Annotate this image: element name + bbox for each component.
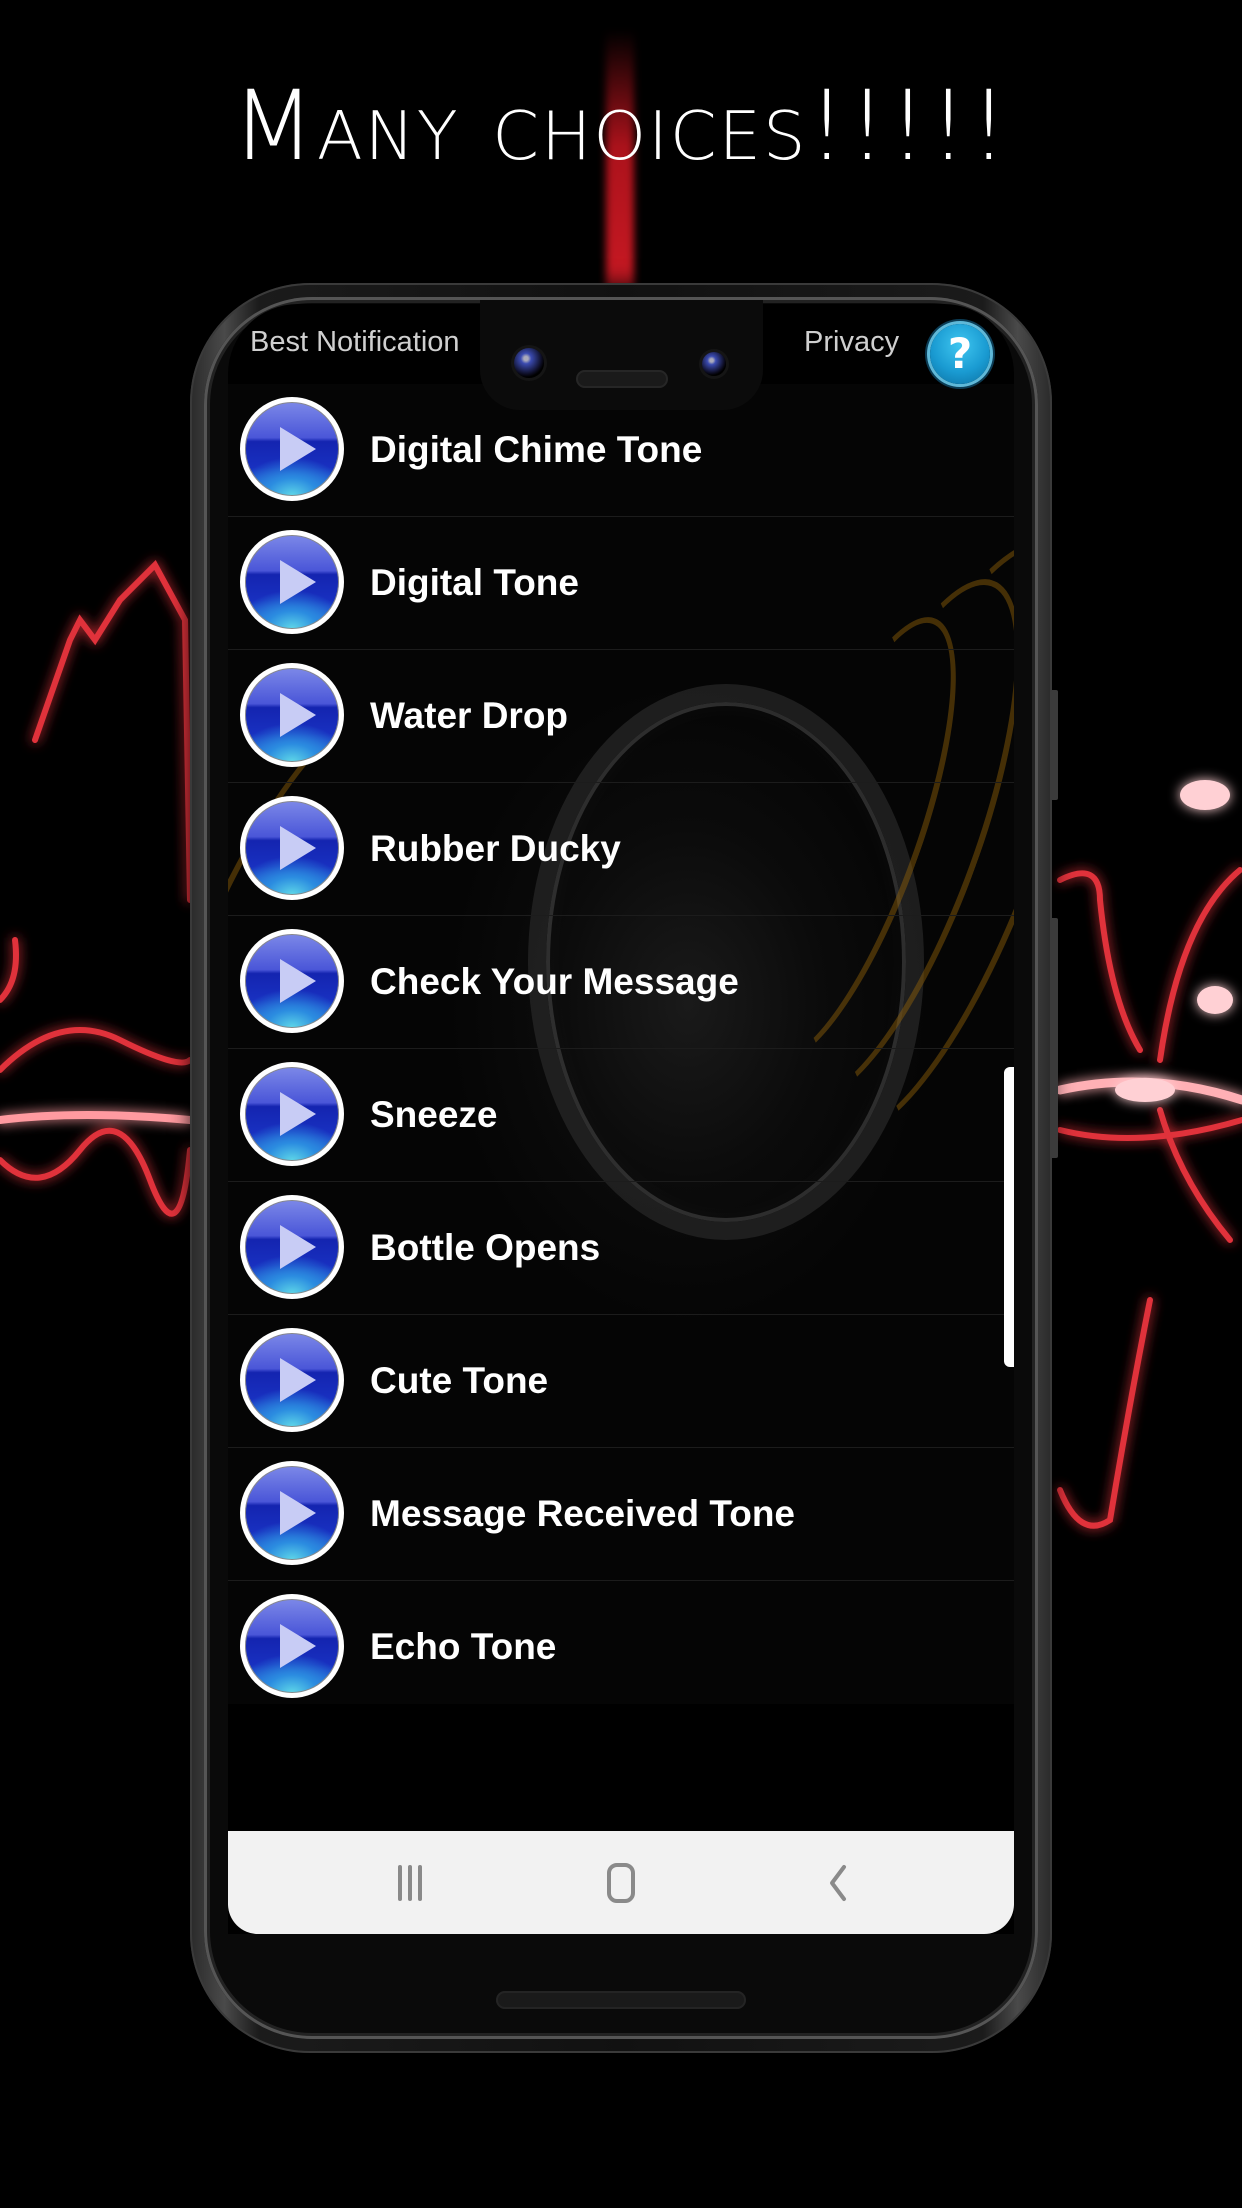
recents-icon[interactable]	[380, 1859, 440, 1907]
play-icon	[280, 1225, 316, 1269]
play-icon	[280, 1358, 316, 1402]
tone-row[interactable]: Sneeze	[228, 1049, 1014, 1182]
tone-row[interactable]: Check Your Message	[228, 916, 1014, 1049]
play-icon	[280, 560, 316, 604]
system-nav-bar	[228, 1831, 1014, 1934]
tone-row[interactable]: Digital Tone	[228, 517, 1014, 650]
play-button[interactable]	[240, 397, 344, 501]
scrollbar-thumb[interactable]	[1004, 1067, 1014, 1367]
tone-label: Message Received Tone	[370, 1493, 795, 1534]
app-screen: Best Notification Privacy ? Digital Chim…	[228, 304, 1014, 1934]
tone-list: Digital Chime Tone Digital Tone Water Dr…	[228, 384, 1014, 1713]
tone-label: Check Your Message	[370, 961, 739, 1002]
play-button[interactable]	[240, 1195, 344, 1299]
play-button[interactable]	[240, 663, 344, 767]
play-button[interactable]	[240, 796, 344, 900]
tone-label: Cute Tone	[370, 1360, 549, 1401]
play-button[interactable]	[240, 1328, 344, 1432]
play-icon	[280, 693, 316, 737]
play-icon	[280, 1624, 316, 1668]
tone-row[interactable]: Echo Tone	[228, 1581, 1014, 1713]
play-icon	[280, 959, 316, 1003]
tone-label: Echo Tone	[370, 1626, 557, 1667]
play-button[interactable]	[240, 1594, 344, 1698]
app-header: Best Notification Privacy ?	[228, 304, 1014, 384]
tone-row[interactable]: Water Drop	[228, 650, 1014, 783]
back-chevron-icon[interactable]	[808, 1859, 868, 1907]
play-button[interactable]	[240, 1062, 344, 1166]
play-button[interactable]	[240, 1461, 344, 1565]
tone-row[interactable]: Rubber Ducky	[228, 783, 1014, 916]
phone-volume-button	[1050, 918, 1058, 1158]
tone-row[interactable]: Cute Tone	[228, 1315, 1014, 1448]
tone-label: Digital Tone	[370, 562, 579, 603]
home-icon[interactable]	[591, 1859, 651, 1907]
tone-label: Rubber Ducky	[370, 828, 621, 869]
play-button[interactable]	[240, 929, 344, 1033]
play-button[interactable]	[240, 530, 344, 634]
privacy-link[interactable]: Privacy	[804, 326, 899, 359]
question-mark-icon: ?	[947, 329, 973, 378]
tone-label: Sneeze	[370, 1094, 498, 1135]
tone-row[interactable]: Message Received Tone	[228, 1448, 1014, 1581]
help-button[interactable]: ?	[930, 324, 990, 384]
phone-power-button	[1050, 690, 1058, 800]
play-icon	[280, 1092, 316, 1136]
play-icon	[280, 826, 316, 870]
tone-row[interactable]: Bottle Opens	[228, 1182, 1014, 1315]
bottom-speaker-grille	[496, 1991, 746, 2009]
play-icon	[280, 427, 316, 471]
tone-label: Water Drop	[370, 695, 569, 736]
tone-label: Bottle Opens	[370, 1227, 601, 1268]
app-title: Best Notification	[250, 326, 460, 358]
promo-headline: Many choices!!!!!	[232, 70, 1010, 182]
play-icon	[280, 1491, 316, 1535]
